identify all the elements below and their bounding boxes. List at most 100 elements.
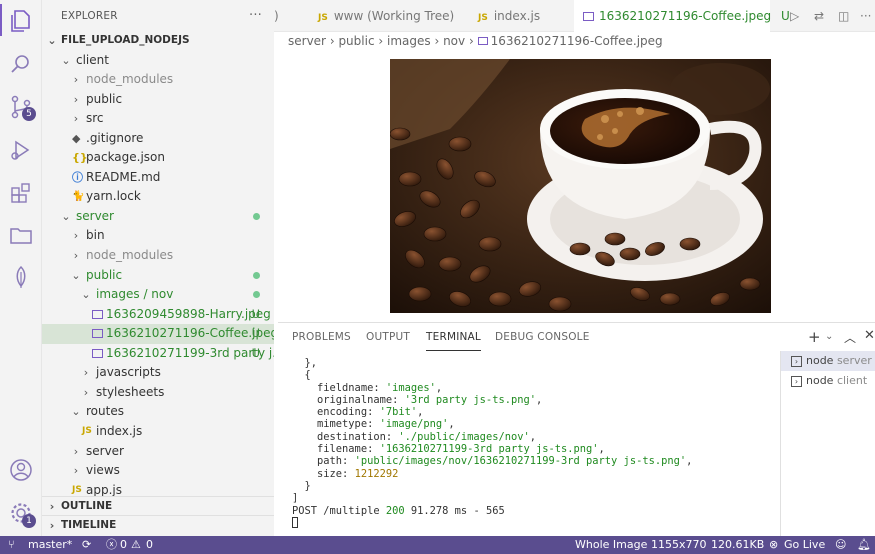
image-file-icon <box>583 12 594 21</box>
maximize-panel-icon[interactable]: ︿ <box>844 329 856 346</box>
chevron-right-icon: › <box>49 519 55 532</box>
tree-item[interactable]: › views <box>42 461 274 481</box>
tab-www-working-tree[interactable]: JS www (Working Tree) <box>318 0 468 32</box>
error-count[interactable]: 0 <box>120 536 127 554</box>
js-file-icon: JS <box>478 13 488 23</box>
tree-item-label: 1636210271199-3rd party j... <box>106 345 274 360</box>
tree-item[interactable]: 1636210271199-3rd party j... U <box>42 344 274 364</box>
git-modified-dot <box>253 291 260 299</box>
tree-item[interactable]: ⌄ images / nov <box>42 285 274 305</box>
image-file-icon <box>92 348 103 358</box>
tree-item[interactable]: › public <box>42 90 274 110</box>
image-size: 120.61KB <box>711 538 765 551</box>
feedback-icon[interactable]: ☺ <box>835 536 846 554</box>
chevron-right-icon: › <box>83 366 89 380</box>
outline-section[interactable]: › OUTLINE <box>42 496 274 516</box>
tree-item[interactable]: ⓘ README.md <box>42 168 274 188</box>
crumb-images[interactable]: images <box>387 34 431 48</box>
tree-item-label: .gitignore <box>86 130 144 145</box>
new-terminal-icon[interactable]: + <box>808 328 821 346</box>
untracked-status: U <box>780 9 790 23</box>
crumb-nov[interactable]: nov <box>443 34 465 48</box>
split-editor-icon[interactable]: ◫ <box>838 0 852 32</box>
tree-item-label: src <box>86 111 104 126</box>
tree-item-label: node_modules <box>86 248 174 262</box>
tab-coffee-jpeg[interactable]: 1636210271196-Coffee.jpeg U <box>574 0 790 32</box>
chevron-right-icon: › <box>73 249 79 262</box>
tree-item[interactable]: › node_modules <box>42 70 274 90</box>
git-modified-dot <box>253 212 260 220</box>
terminal-output[interactable]: }, { fieldname: 'images', originalname: … <box>292 357 692 530</box>
tree-item[interactable]: {} package.json <box>42 148 274 168</box>
open-changes-icon[interactable]: ⇄ <box>814 0 828 32</box>
crumb-server[interactable]: server <box>288 34 326 48</box>
tree-item[interactable]: › javascripts <box>42 363 274 383</box>
tree-item-label: client <box>76 52 109 67</box>
tree-item[interactable]: › server <box>42 442 274 462</box>
timeline-section[interactable]: › TIMELINE <box>42 515 274 535</box>
tree-item[interactable]: 1636209459898-Harry.jpeg U <box>42 305 274 325</box>
outline-label: OUTLINE <box>61 500 113 512</box>
tree-item[interactable]: ⌄ server <box>42 207 274 227</box>
remote-explorer-icon[interactable] <box>8 222 34 248</box>
timeline-label: TIMELINE <box>61 519 117 531</box>
go-live-button[interactable]: Go Live <box>784 536 825 554</box>
tab-output[interactable]: OUTPUT <box>366 331 410 351</box>
terminal-icon: › <box>791 356 802 367</box>
git-modified-dot <box>253 271 260 279</box>
tree-item-label: yarn.lock <box>86 189 141 204</box>
status-bar: ⑂ master* ⟳ ⓧ 0 ⚠ 0 Whole Image 1155x770… <box>0 536 875 554</box>
tree-item[interactable]: 🐈 yarn.lock <box>42 187 274 207</box>
tree-item[interactable]: ⌄ public <box>42 266 274 286</box>
tab-index-js[interactable]: JS index.js <box>478 0 568 32</box>
run-icon[interactable]: ▷ <box>790 0 804 32</box>
tree-item[interactable]: › stylesheets <box>42 383 274 403</box>
branch-icon: ⑂ <box>8 538 15 551</box>
tree-item-label: index.js <box>96 423 143 438</box>
chevron-down-icon[interactable]: ⌄ <box>825 331 833 342</box>
tab-debug-console[interactable]: DEBUG CONSOLE <box>495 331 590 351</box>
close-panel-icon[interactable]: ✕ <box>864 328 875 343</box>
tab-partial[interactable]: ) <box>274 0 304 32</box>
error-icon: ⓧ <box>106 538 117 551</box>
branch-name[interactable]: master* <box>28 536 72 554</box>
tab-terminal[interactable]: TERMINAL <box>426 331 481 351</box>
extensions-icon[interactable] <box>8 180 34 206</box>
project-root[interactable]: ⌄ FILE_UPLOAD_NODEJS <box>42 31 274 51</box>
explorer-title: EXPLORER <box>61 10 118 22</box>
image-file-icon <box>477 37 488 45</box>
warning-count[interactable]: 0 <box>146 536 153 554</box>
notifications-bell-icon[interactable]: 🔔︎ <box>857 536 871 554</box>
sync-icon[interactable]: ⟳ <box>82 536 91 554</box>
image-zoom[interactable]: Whole Image <box>575 536 647 554</box>
tab-problems[interactable]: PROBLEMS <box>292 331 351 351</box>
crumb-file[interactable]: 1636210271196-Coffee.jpeg <box>491 34 663 48</box>
tree-item-label: images / nov <box>96 287 174 302</box>
chevron-right-icon: › <box>73 229 79 243</box>
crumb-public[interactable]: public <box>338 34 374 48</box>
explorer-header: EXPLORER ··· <box>42 0 274 32</box>
tree-item[interactable]: 1636210271196-Coffee.jpeg U <box>42 324 274 344</box>
project-name: FILE_UPLOAD_NODEJS <box>61 34 190 46</box>
tree-item[interactable]: › bin <box>42 226 274 246</box>
tree-item[interactable]: ⌄ client <box>42 51 274 71</box>
run-debug-icon[interactable] <box>8 137 34 163</box>
tree-item[interactable]: ⌄ routes <box>42 402 274 422</box>
account-icon[interactable] <box>8 457 34 483</box>
chevron-right-icon: › <box>83 385 89 399</box>
tree-item-label: node_modules <box>86 72 174 87</box>
tree-item[interactable]: › node_modules <box>42 246 274 266</box>
tree-item[interactable]: › src <box>42 109 274 129</box>
mongodb-leaf-icon[interactable] <box>8 264 34 290</box>
chevron-down-icon: ⌄ <box>61 53 71 67</box>
chevron-right-icon: › <box>73 464 79 478</box>
tree-item[interactable]: ◆ .gitignore <box>42 129 274 149</box>
more-actions-icon[interactable]: ··· <box>860 0 874 32</box>
tree-item[interactable]: JS index.js <box>42 422 274 442</box>
terminal-node-server[interactable]: › node server <box>781 351 875 371</box>
coffee-image-preview <box>390 59 771 313</box>
more-actions-button[interactable]: ··· <box>249 0 262 32</box>
terminal-node-client[interactable]: › node client <box>781 371 875 391</box>
explorer-icon[interactable] <box>8 8 34 34</box>
search-icon[interactable] <box>8 51 34 77</box>
